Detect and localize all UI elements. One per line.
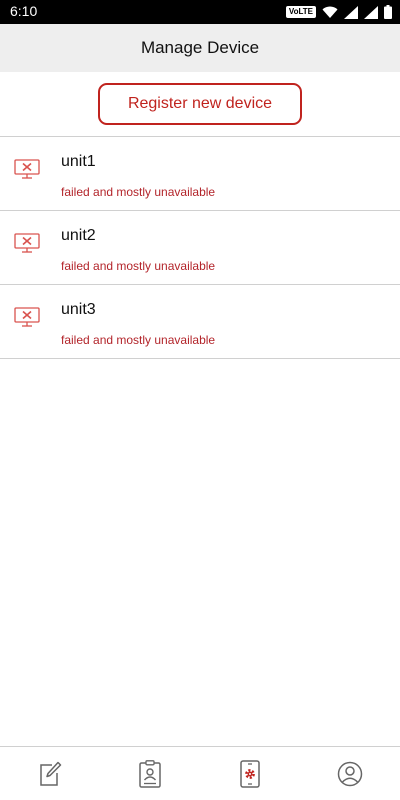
signal-icon [344,5,358,19]
device-settings-icon [240,759,260,788]
app-bar: Manage Device [0,24,400,72]
status-time: 6:10 [10,3,38,19]
device-list: unit1 failed and mostly unavailable unit… [0,136,400,359]
device-row[interactable]: unit3 failed and mostly unavailable [0,285,400,359]
device-name: unit2 [61,227,96,244]
device-status: failed and mostly unavailable [61,185,216,199]
status-bar: 6:10 VoLTE [0,0,400,24]
id-badge-icon [139,759,161,788]
nav-item-edit[interactable] [0,747,100,800]
signal-icon [364,5,378,19]
nav-item-id-badge[interactable] [100,747,200,800]
device-offline-icon [14,159,40,179]
page-title: Manage Device [140,38,260,57]
device-row[interactable]: unit2 failed and mostly unavailable [0,211,400,285]
register-device-button[interactable]: Register new device [98,83,302,125]
register-section: Register new device [0,72,400,136]
nav-item-profile[interactable] [300,747,400,800]
profile-icon [337,761,363,786]
device-name: unit1 [61,153,96,170]
device-name: unit3 [61,301,96,318]
nav-item-device-settings[interactable] [200,747,300,800]
volte-badge: VoLTE [285,6,316,18]
status-icons: VoLTE [285,4,392,20]
device-offline-icon [14,307,40,327]
edit-icon [40,761,62,786]
device-offline-icon [14,233,40,253]
device-row[interactable]: unit1 failed and mostly unavailable [0,137,400,211]
battery-icon [384,5,392,19]
device-status: failed and mostly unavailable [61,333,216,347]
device-status: failed and mostly unavailable [61,259,216,273]
bottom-nav [0,746,400,800]
wifi-icon [322,6,338,18]
